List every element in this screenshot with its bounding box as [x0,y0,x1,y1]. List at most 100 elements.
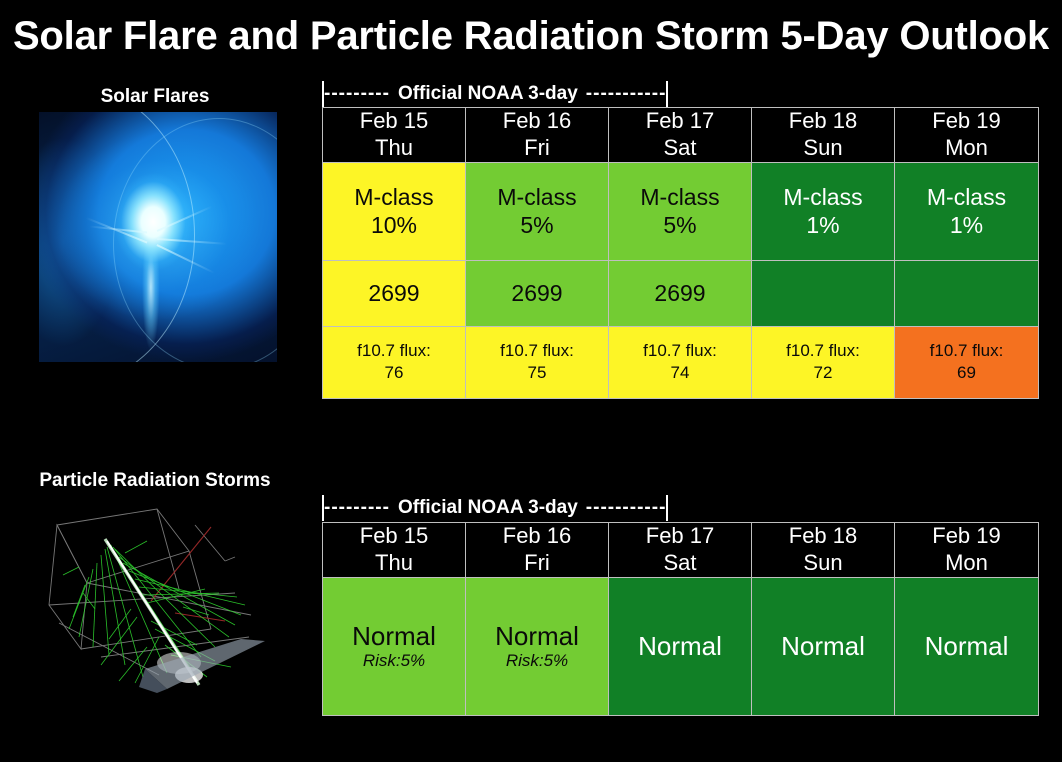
flare-class-text: M-class [354,184,434,211]
flare-probability-text: 5% [520,212,554,239]
date-cell: Feb 19 Mon [894,107,1039,163]
active-region-cell [894,259,1039,327]
flare-class-text: M-class [783,184,863,211]
day-text: Mon [945,134,988,160]
flux-label-text: f10.7 flux: [786,341,860,361]
table-row-f107-flux: f10.7 flux: 76 f10.7 flux: 75 f10.7 flux… [322,325,1039,399]
storm-level-cell: Normal [751,576,895,716]
flare-probability-text: 1% [949,212,984,239]
storm-level-text: Normal [495,621,579,652]
flare-class-text: M-class [640,184,720,211]
table-row-storm-level: Normal Risk:5% Normal Risk:5% Normal Nor… [322,576,1039,716]
day-text: Sat [663,549,697,575]
particle-storm-outlook-table: Feb 15 Thu Feb 16 Fri Feb 17 Sat Feb 18 … [322,522,1039,716]
bracket-label: Official NOAA 3-day [397,83,578,104]
date-cell: Feb 18 Sun [751,522,895,578]
flare-probability-text: 5% [663,212,697,239]
bracket-dashes-right: ----------- [585,497,667,518]
day-text: Thu [375,134,413,160]
flux-label-text: f10.7 flux: [929,341,1004,361]
active-region-cell: 2699 [465,259,609,327]
flux-label-text: f10.7 flux: [500,341,574,361]
active-region-cell [751,259,895,327]
date-cell: Feb 17 Sat [608,107,752,163]
day-text: Thu [375,549,413,575]
active-region-cell: 2699 [322,259,466,327]
date-cell: Feb 15 Thu [322,522,466,578]
bracket-dashes-left: --------- [324,83,390,104]
date-cell: Feb 18 Sun [751,107,895,163]
bracket-right-bar [666,495,669,521]
flux-value-text: 76 [384,363,404,383]
date-cell: Feb 17 Sat [608,522,752,578]
particle-shower-image [39,497,282,693]
storm-level-text: Normal [924,631,1009,662]
date-text: Feb 18 [788,523,858,548]
date-text: Feb 15 [359,523,429,548]
table-row-flare-probability: M-class 10% M-class 5% M-class 5% M-clas… [322,161,1039,261]
date-text: Feb 16 [502,108,572,133]
date-text: Feb 17 [645,108,715,133]
flux-value-text: 72 [813,363,833,383]
flux-value-text: 75 [527,363,547,383]
date-text: Feb 19 [932,108,1001,133]
day-text: Fri [524,549,550,575]
f107-flux-cell: f10.7 flux: 69 [894,325,1039,399]
flare-probability-text: 1% [806,212,840,239]
flux-value-text: 74 [670,363,690,383]
date-text: Feb 15 [359,108,429,133]
f107-flux-cell: f10.7 flux: 74 [608,325,752,399]
storm-level-cell: Normal [894,576,1039,716]
storm-level-cell: Normal [608,576,752,716]
noaa-3day-bracket-storms: --------- Official NOAA 3-day ----------… [322,494,752,522]
flare-probability-cell: M-class 1% [894,161,1039,261]
bracket-label: Official NOAA 3-day [397,497,578,518]
date-cell: Feb 16 Fri [465,522,609,578]
flare-probability-text: 10% [370,212,418,239]
date-text: Feb 16 [502,523,572,548]
f107-flux-cell: f10.7 flux: 76 [322,325,466,399]
date-cell: Feb 16 Fri [465,107,609,163]
flare-probability-cell: M-class 5% [465,161,609,261]
day-text: Sat [663,134,697,160]
storm-level-text: Normal [352,621,436,652]
page-title: Solar Flare and Particle Radiation Storm… [12,14,1050,58]
f107-flux-cell: f10.7 flux: 72 [751,325,895,399]
storm-risk-text: Risk:5% [362,651,426,671]
date-cell: Feb 15 Thu [322,107,466,163]
flux-label-text: f10.7 flux: [643,341,717,361]
date-text: Feb 17 [645,523,715,548]
date-text: Feb 19 [932,523,1001,548]
flux-value-text: 69 [957,363,976,383]
storm-level-cell: Normal Risk:5% [465,576,609,716]
f107-flux-cell: f10.7 flux: 75 [465,325,609,399]
bracket-dashes-left: --------- [324,497,390,518]
day-text: Sun [803,549,843,575]
flux-label-text: f10.7 flux: [357,341,431,361]
day-text: Mon [945,549,988,575]
flare-probability-cell: M-class 1% [751,161,895,261]
noaa-3day-bracket-flares: --------- Official NOAA 3-day ----------… [322,80,752,108]
table-row-dates-flares: Feb 15 Thu Feb 16 Fri Feb 17 Sat Feb 18 … [322,107,1039,163]
storm-level-text: Normal [781,631,865,662]
flare-class-text: M-class [926,184,1007,211]
date-text: Feb 18 [788,108,858,133]
day-text: Sun [803,134,843,160]
table-row-dates-storms: Feb 15 Thu Feb 16 Fri Feb 17 Sat Feb 18 … [322,522,1039,578]
active-region-cell: 2699 [608,259,752,327]
flare-probability-cell: M-class 10% [322,161,466,261]
bracket-right-bar [666,81,669,107]
flare-class-text: M-class [497,184,577,211]
solar-flare-image [39,112,277,362]
storm-risk-text: Risk:5% [505,651,569,671]
date-cell: Feb 19 Mon [894,522,1039,578]
storm-level-text: Normal [638,631,722,662]
section-label-particle-storms: Particle Radiation Storms [39,470,271,491]
particle-cascade-graphic [39,497,282,693]
day-text: Fri [524,134,550,160]
table-row-active-region: 2699 2699 2699 [322,259,1039,327]
solar-flare-outlook-table: Feb 15 Thu Feb 16 Fri Feb 17 Sat Feb 18 … [322,107,1039,399]
storm-level-cell: Normal Risk:5% [322,576,466,716]
flare-probability-cell: M-class 5% [608,161,752,261]
bracket-dashes-right: ----------- [585,83,667,104]
